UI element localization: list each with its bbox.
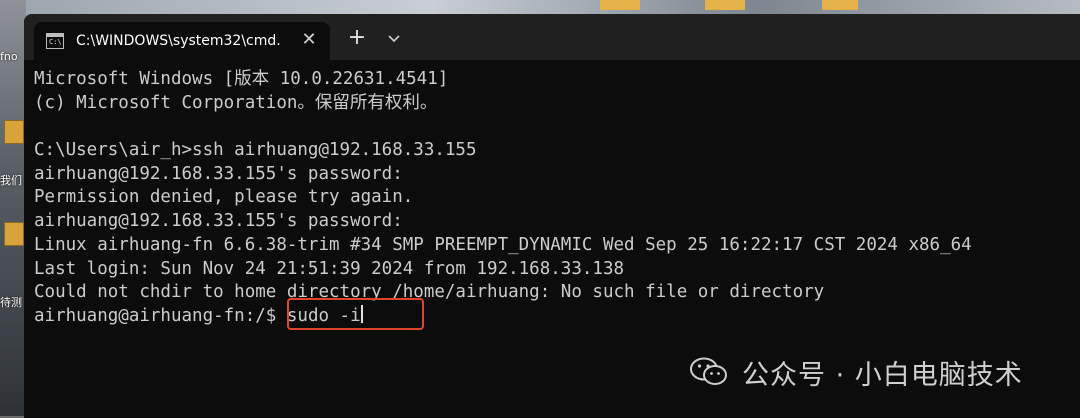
desktop-folder-icon: [822, 0, 858, 10]
terminal-line: Last login: Sun Nov 24 21:51:39 2024 fro…: [34, 258, 625, 279]
desktop-label: fno: [0, 50, 18, 63]
terminal-line: Could not chdir to home directory /home/…: [34, 282, 825, 303]
terminal-window: C:\ C:\WINDOWS\system32\cmd. ✕ + Microso…: [24, 14, 1080, 418]
tab-title: C:\WINDOWS\system32\cmd.: [76, 33, 281, 49]
desktop-folder-icon: [705, 0, 745, 10]
watermark-text: 公众号 · 小白电脑技术: [742, 359, 1023, 391]
desktop-label: 我们: [0, 174, 22, 187]
new-tab-button[interactable]: +: [344, 27, 370, 51]
terminal-line: (c) Microsoft Corporation。保留所有权利。: [34, 92, 438, 113]
wechat-icon: [690, 357, 728, 387]
terminal-line: Permission denied, please try again.: [34, 187, 414, 208]
tab-cmd[interactable]: C:\ C:\WINDOWS\system32\cmd. ✕: [34, 22, 330, 60]
desktop-label: 待测: [0, 296, 22, 309]
command-line[interactable]: airhuang@airhuang-fn:/$ sudo -i: [34, 304, 1074, 329]
terminal-line: Linux airhuang-fn 6.6.38-trim #34 SMP PR…: [34, 234, 972, 255]
desktop-folder-icon[interactable]: [4, 222, 24, 246]
desktop-folder-icon[interactable]: [4, 120, 24, 144]
terminal-line: airhuang@192.168.33.155's password:: [34, 211, 403, 232]
shell-prompt: airhuang@airhuang-fn:/$: [34, 305, 287, 326]
desktop-sidebar: fno 我们 待测: [0, 0, 26, 416]
terminal-line: C:\Users\air_h>ssh airhuang@192.168.33.1…: [34, 140, 477, 161]
close-tab-button[interactable]: ✕: [298, 29, 320, 51]
chevron-down-icon[interactable]: [382, 28, 406, 50]
terminal-line: Microsoft Windows [版本 10.0.22631.4541]: [34, 69, 449, 89]
titlebar: C:\ C:\WINDOWS\system32\cmd. ✕ +: [24, 14, 1080, 60]
watermark: 公众号 · 小白电脑技术: [690, 352, 1023, 392]
command-highlight-box: [287, 298, 424, 330]
desktop-folder-icon: [600, 0, 640, 10]
cmd-icon: C:\: [46, 33, 64, 49]
terminal-output[interactable]: Microsoft Windows [版本 10.0.22631.4541] (…: [34, 68, 1074, 329]
terminal-line: airhuang@192.168.33.155's password:: [34, 163, 403, 184]
